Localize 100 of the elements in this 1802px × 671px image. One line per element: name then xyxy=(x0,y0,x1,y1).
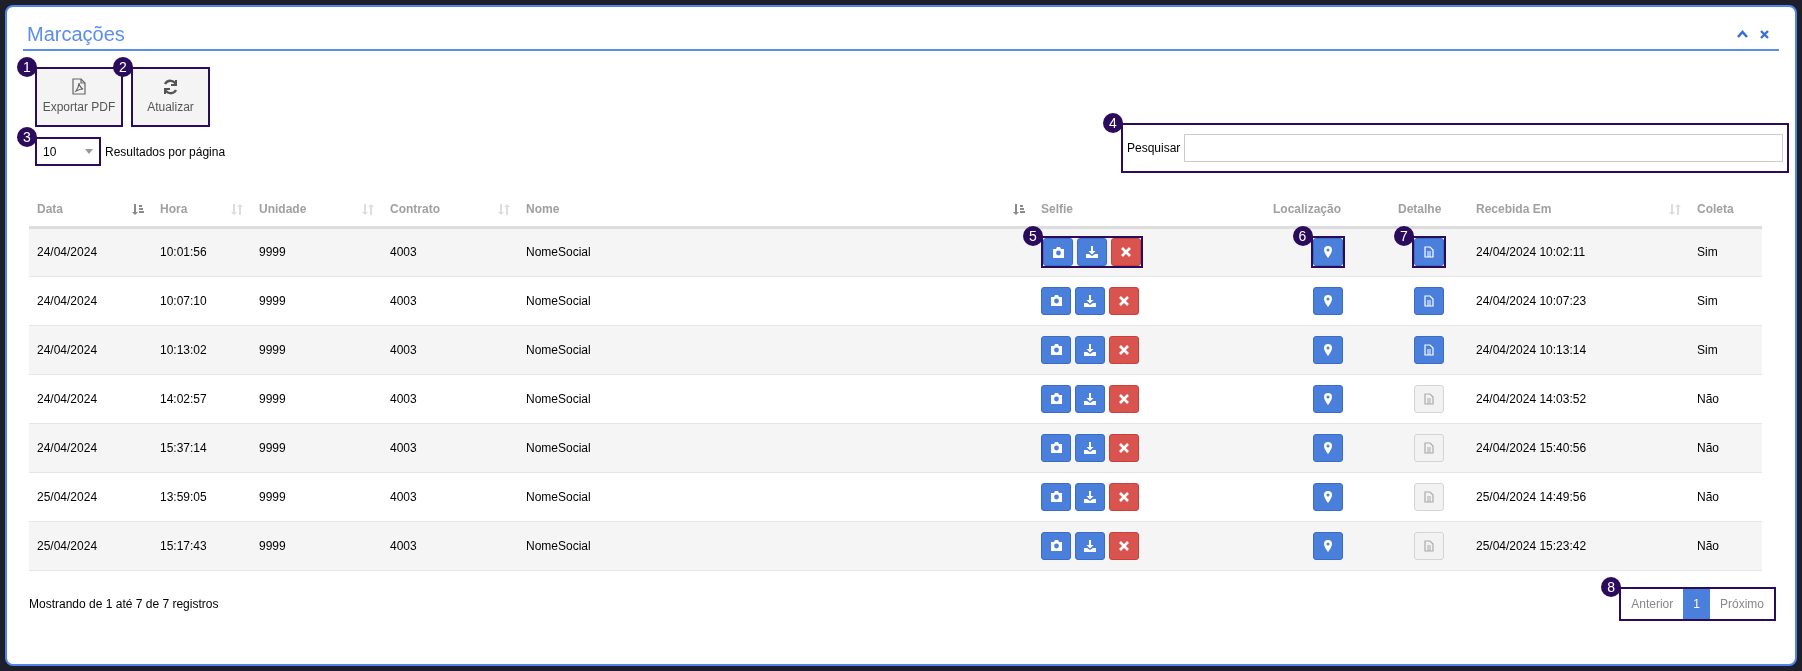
callout-badge: 2 xyxy=(113,57,133,77)
pdf-file-icon xyxy=(72,78,86,95)
callout-badge: 3 xyxy=(17,127,37,147)
callout-badge: 5 xyxy=(1023,226,1043,246)
table-cell: 4003 xyxy=(390,245,417,259)
download-button[interactable] xyxy=(1075,286,1105,315)
dropdown-caret-icon xyxy=(85,149,93,154)
callout-badge: 6 xyxy=(1292,226,1313,246)
table-cell: 9999 xyxy=(259,245,286,259)
delete-button[interactable] xyxy=(1109,433,1139,462)
table-cell: 9999 xyxy=(259,293,286,308)
map-pin-icon xyxy=(1323,343,1332,356)
panel-title: Marcações xyxy=(26,22,125,47)
table-cell: Não xyxy=(1697,391,1719,406)
download-button[interactable] xyxy=(1075,531,1105,560)
table-cell: 9999 xyxy=(259,440,286,455)
close-icon[interactable] xyxy=(1760,29,1769,39)
column-header[interactable]: Contrato xyxy=(390,200,440,219)
delete-button[interactable] xyxy=(1109,482,1139,511)
camera-icon xyxy=(1049,344,1063,355)
map-pin-icon xyxy=(1323,392,1332,405)
camera-icon xyxy=(1049,540,1063,551)
search-label: Pesquisar xyxy=(1127,140,1181,157)
view-photo-button[interactable] xyxy=(1041,335,1071,364)
close-icon xyxy=(1119,442,1129,453)
download-button[interactable] xyxy=(1075,482,1105,511)
view-photo-button[interactable] xyxy=(1041,384,1071,413)
table-cell: 24/04/2024 xyxy=(37,342,98,357)
table-cell: 24/04/2024 10:13:14 xyxy=(1476,342,1587,357)
document-icon xyxy=(1424,539,1434,552)
table-cell: 4003 xyxy=(390,440,417,455)
column-header[interactable]: Selfie xyxy=(1041,200,1073,219)
table-cell: Não xyxy=(1697,440,1719,455)
refresh-button[interactable]: Atualizar xyxy=(133,69,208,125)
camera-icon xyxy=(1049,295,1063,306)
sort-ascending-icon[interactable] xyxy=(1013,203,1025,215)
download-icon xyxy=(1084,539,1096,552)
table-cell: Não xyxy=(1697,538,1719,553)
column-header[interactable]: Coleta xyxy=(1697,200,1734,219)
detail-button[interactable] xyxy=(1414,286,1444,315)
download-button[interactable] xyxy=(1075,384,1105,413)
view-photo-button[interactable] xyxy=(1041,482,1071,511)
table-cell: 9999 xyxy=(259,489,286,504)
table-cell: NomeSocial xyxy=(526,440,591,455)
callout-badge: 8 xyxy=(1601,576,1622,597)
close-icon xyxy=(1119,491,1129,502)
table-cell: 25/04/2024 14:49:56 xyxy=(1476,489,1587,504)
camera-icon xyxy=(1049,442,1063,453)
table-cell: 10:01:56 xyxy=(160,245,207,259)
map-pin-icon xyxy=(1323,246,1332,258)
refresh-icon xyxy=(162,78,179,95)
table-cell: Sim xyxy=(1697,342,1718,357)
sort-ascending-icon[interactable] xyxy=(132,203,144,215)
delete-button[interactable] xyxy=(1109,384,1139,413)
view-photo-button[interactable] xyxy=(1043,238,1073,266)
table-cell: 4003 xyxy=(390,293,417,308)
page-number-button[interactable]: 1 xyxy=(1683,588,1710,619)
document-icon xyxy=(1424,294,1434,307)
view-photo-button[interactable] xyxy=(1041,286,1071,315)
column-header[interactable]: Unidade xyxy=(259,200,307,219)
delete-button[interactable] xyxy=(1109,531,1139,560)
column-header[interactable]: Nome xyxy=(526,200,560,219)
close-icon xyxy=(1119,540,1129,551)
callout-badge: 1 xyxy=(17,57,37,77)
view-photo-button[interactable] xyxy=(1041,433,1071,462)
download-button[interactable] xyxy=(1077,238,1107,266)
column-header[interactable]: Data xyxy=(37,200,63,219)
camera-icon xyxy=(1049,393,1063,404)
search-field[interactable] xyxy=(1184,134,1783,162)
table-cell: 13:59:05 xyxy=(160,489,207,504)
view-photo-button[interactable] xyxy=(1041,531,1071,560)
map-pin-icon xyxy=(1323,294,1332,307)
detail-button[interactable] xyxy=(1414,335,1444,364)
table-cell: 4003 xyxy=(390,391,417,406)
collapse-icon[interactable] xyxy=(1737,30,1748,38)
download-icon xyxy=(1086,246,1098,258)
table-cell: 4003 xyxy=(390,538,417,553)
delete-button[interactable] xyxy=(1111,238,1141,266)
table-cell: NomeSocial xyxy=(526,245,591,259)
delete-button[interactable] xyxy=(1109,335,1139,364)
document-icon xyxy=(1424,246,1434,258)
table-cell: NomeSocial xyxy=(526,489,591,504)
download-button[interactable] xyxy=(1075,433,1105,462)
callout-badge: 7 xyxy=(1394,226,1414,246)
table-cell: 25/04/2024 xyxy=(37,489,98,504)
delete-button[interactable] xyxy=(1109,286,1139,315)
column-header[interactable]: Recebida Em xyxy=(1476,200,1552,219)
close-icon xyxy=(1121,247,1131,257)
download-button[interactable] xyxy=(1075,335,1105,364)
table-cell: 24/04/2024 xyxy=(37,293,98,308)
column-header[interactable]: Localização xyxy=(1273,200,1342,219)
table-cell: Sim xyxy=(1697,245,1718,259)
document-icon xyxy=(1424,441,1434,454)
column-header[interactable]: Hora xyxy=(160,200,188,219)
table-cell: 4003 xyxy=(390,342,417,357)
column-header[interactable]: Detalhe xyxy=(1398,200,1442,219)
close-icon xyxy=(1119,393,1129,404)
table-cell: 25/04/2024 xyxy=(37,538,98,553)
table-cell: 9999 xyxy=(259,391,286,406)
camera-icon xyxy=(1049,491,1063,502)
